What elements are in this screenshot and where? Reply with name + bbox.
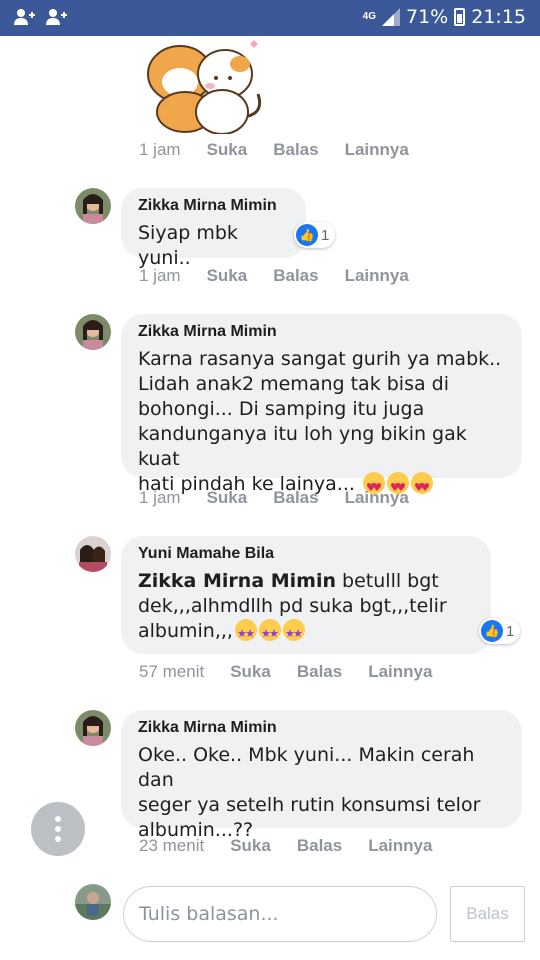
comment-meta: 1 jam Suka Balas Lainnya (139, 140, 435, 160)
comment-author[interactable]: Zikka Mirna Mimin (138, 719, 505, 737)
comment-time: 1 jam (139, 140, 181, 159)
comment-time: 1 jam (139, 266, 181, 285)
status-bar: 4G 71% 21:15 (0, 0, 540, 36)
comment-line: kandunganya itu loh yng bikin gak kuat (138, 423, 467, 470)
dot (55, 816, 61, 822)
signal-icon (382, 8, 400, 26)
reply-action[interactable]: Balas (297, 662, 342, 682)
more-action[interactable]: Lainnya (345, 266, 409, 286)
comment-text: Zikka Mirna Mimin betulll bgt dek,,,alhm… (138, 569, 474, 646)
reaction-count[interactable]: 👍 1 (294, 222, 336, 248)
comment-meta: 57 menit Suka Balas Lainnya (139, 662, 458, 682)
comment-meta: 1 jam Suka Balas Lainnya (139, 488, 435, 508)
comment-text: Oke.. Oke.. Mbk yuni... Makin cerah dan … (138, 743, 505, 843)
like-action[interactable]: Suka (207, 266, 248, 286)
reply-action[interactable]: Balas (297, 836, 342, 856)
star-eyes-emoji-icon (258, 619, 281, 646)
avatar[interactable] (75, 710, 111, 746)
like-action[interactable]: Suka (230, 662, 271, 682)
reaction-number: 1 (506, 622, 515, 640)
comment-line: albumin,,, (138, 619, 474, 646)
comment-line: Oke.. Oke.. Mbk yuni... Makin cerah dan (138, 744, 475, 791)
like-action[interactable]: Suka (207, 488, 248, 508)
comment-author[interactable]: Zikka Mirna Mimin (138, 197, 289, 215)
comment-meta: 1 jam Suka Balas Lainnya (139, 266, 435, 286)
reply-action[interactable]: Balas (273, 140, 318, 160)
comment-bubble: Yuni Mamahe Bila Zikka Mirna Mimin betul… (121, 536, 491, 654)
like-action[interactable]: Suka (207, 140, 248, 160)
comment-line: Karna rasanya sangat gurih ya mabk.. (138, 348, 502, 370)
comment-meta: 23 menit Suka Balas Lainnya (139, 836, 458, 856)
friend-request-icon (14, 9, 35, 25)
comment-time: 1 jam (139, 488, 181, 507)
battery-percent: 71% (406, 6, 449, 28)
network-type: 4G (362, 11, 376, 22)
star-eyes-emoji-icon (282, 619, 305, 646)
comment-line: seger ya setelh rutin konsumsi telor (138, 794, 481, 816)
comment-author[interactable]: Yuni Mamahe Bila (138, 545, 474, 563)
battery-icon (454, 8, 466, 26)
clock: 21:15 (471, 6, 526, 28)
thumbs-up-icon: 👍 (481, 620, 503, 642)
reply-placeholder: Tulis balasan... (139, 903, 279, 925)
reaction-number: 1 (321, 226, 330, 244)
comment-line: Lidah anak2 memang tak bisa di (138, 373, 449, 395)
mention-link[interactable]: Zikka Mirna Mimin (138, 570, 336, 592)
more-action[interactable]: Lainnya (345, 140, 409, 160)
star-eyes-emoji-icon (234, 619, 257, 646)
avatar[interactable] (75, 314, 111, 350)
comment-bubble: Zikka Mirna Mimin Karna rasanya sangat g… (121, 314, 522, 500)
reply-action[interactable]: Balas (273, 488, 318, 508)
more-action[interactable]: Lainnya (345, 488, 409, 508)
more-action[interactable]: Lainnya (368, 662, 432, 682)
comment-line: bohongi... Di samping itu juga (138, 398, 425, 420)
reaction-count[interactable]: 👍 1 (479, 618, 521, 644)
comment-bubble: Zikka Mirna Mimin Siyap mbk yuni.. (121, 188, 306, 269)
reply-action[interactable]: Balas (273, 266, 318, 286)
more-options-button[interactable] (31, 802, 85, 856)
send-reply-button[interactable]: Balas (450, 886, 525, 942)
reply-input[interactable]: Tulis balasan... (123, 886, 437, 942)
comment-line: Zikka Mirna Mimin betulll bgt (138, 570, 439, 592)
like-action[interactable]: Suka (230, 836, 271, 856)
comment-text: Siyap mbk yuni.. (138, 222, 238, 269)
avatar[interactable] (75, 536, 111, 572)
thumbs-up-icon: 👍 (296, 224, 318, 246)
comment-time: 23 menit (139, 836, 205, 855)
cat-hug-sticker (147, 40, 262, 134)
comment-time: 57 menit (139, 662, 205, 681)
comment-bubble: Zikka Mirna Mimin Oke.. Oke.. Mbk yuni..… (121, 710, 522, 841)
avatar[interactable] (75, 188, 111, 224)
friend-request-icon (46, 9, 67, 25)
comment-text: Karna rasanya sangat gurih ya mabk.. Lid… (138, 347, 505, 500)
more-action[interactable]: Lainnya (368, 836, 432, 856)
dot (55, 836, 61, 842)
comment-author[interactable]: Zikka Mirna Mimin (138, 323, 505, 341)
dot (55, 826, 61, 832)
current-user-avatar (75, 884, 111, 920)
comment-line: dek,,,alhmdllh pd suka bgt,,,telir (138, 595, 447, 617)
